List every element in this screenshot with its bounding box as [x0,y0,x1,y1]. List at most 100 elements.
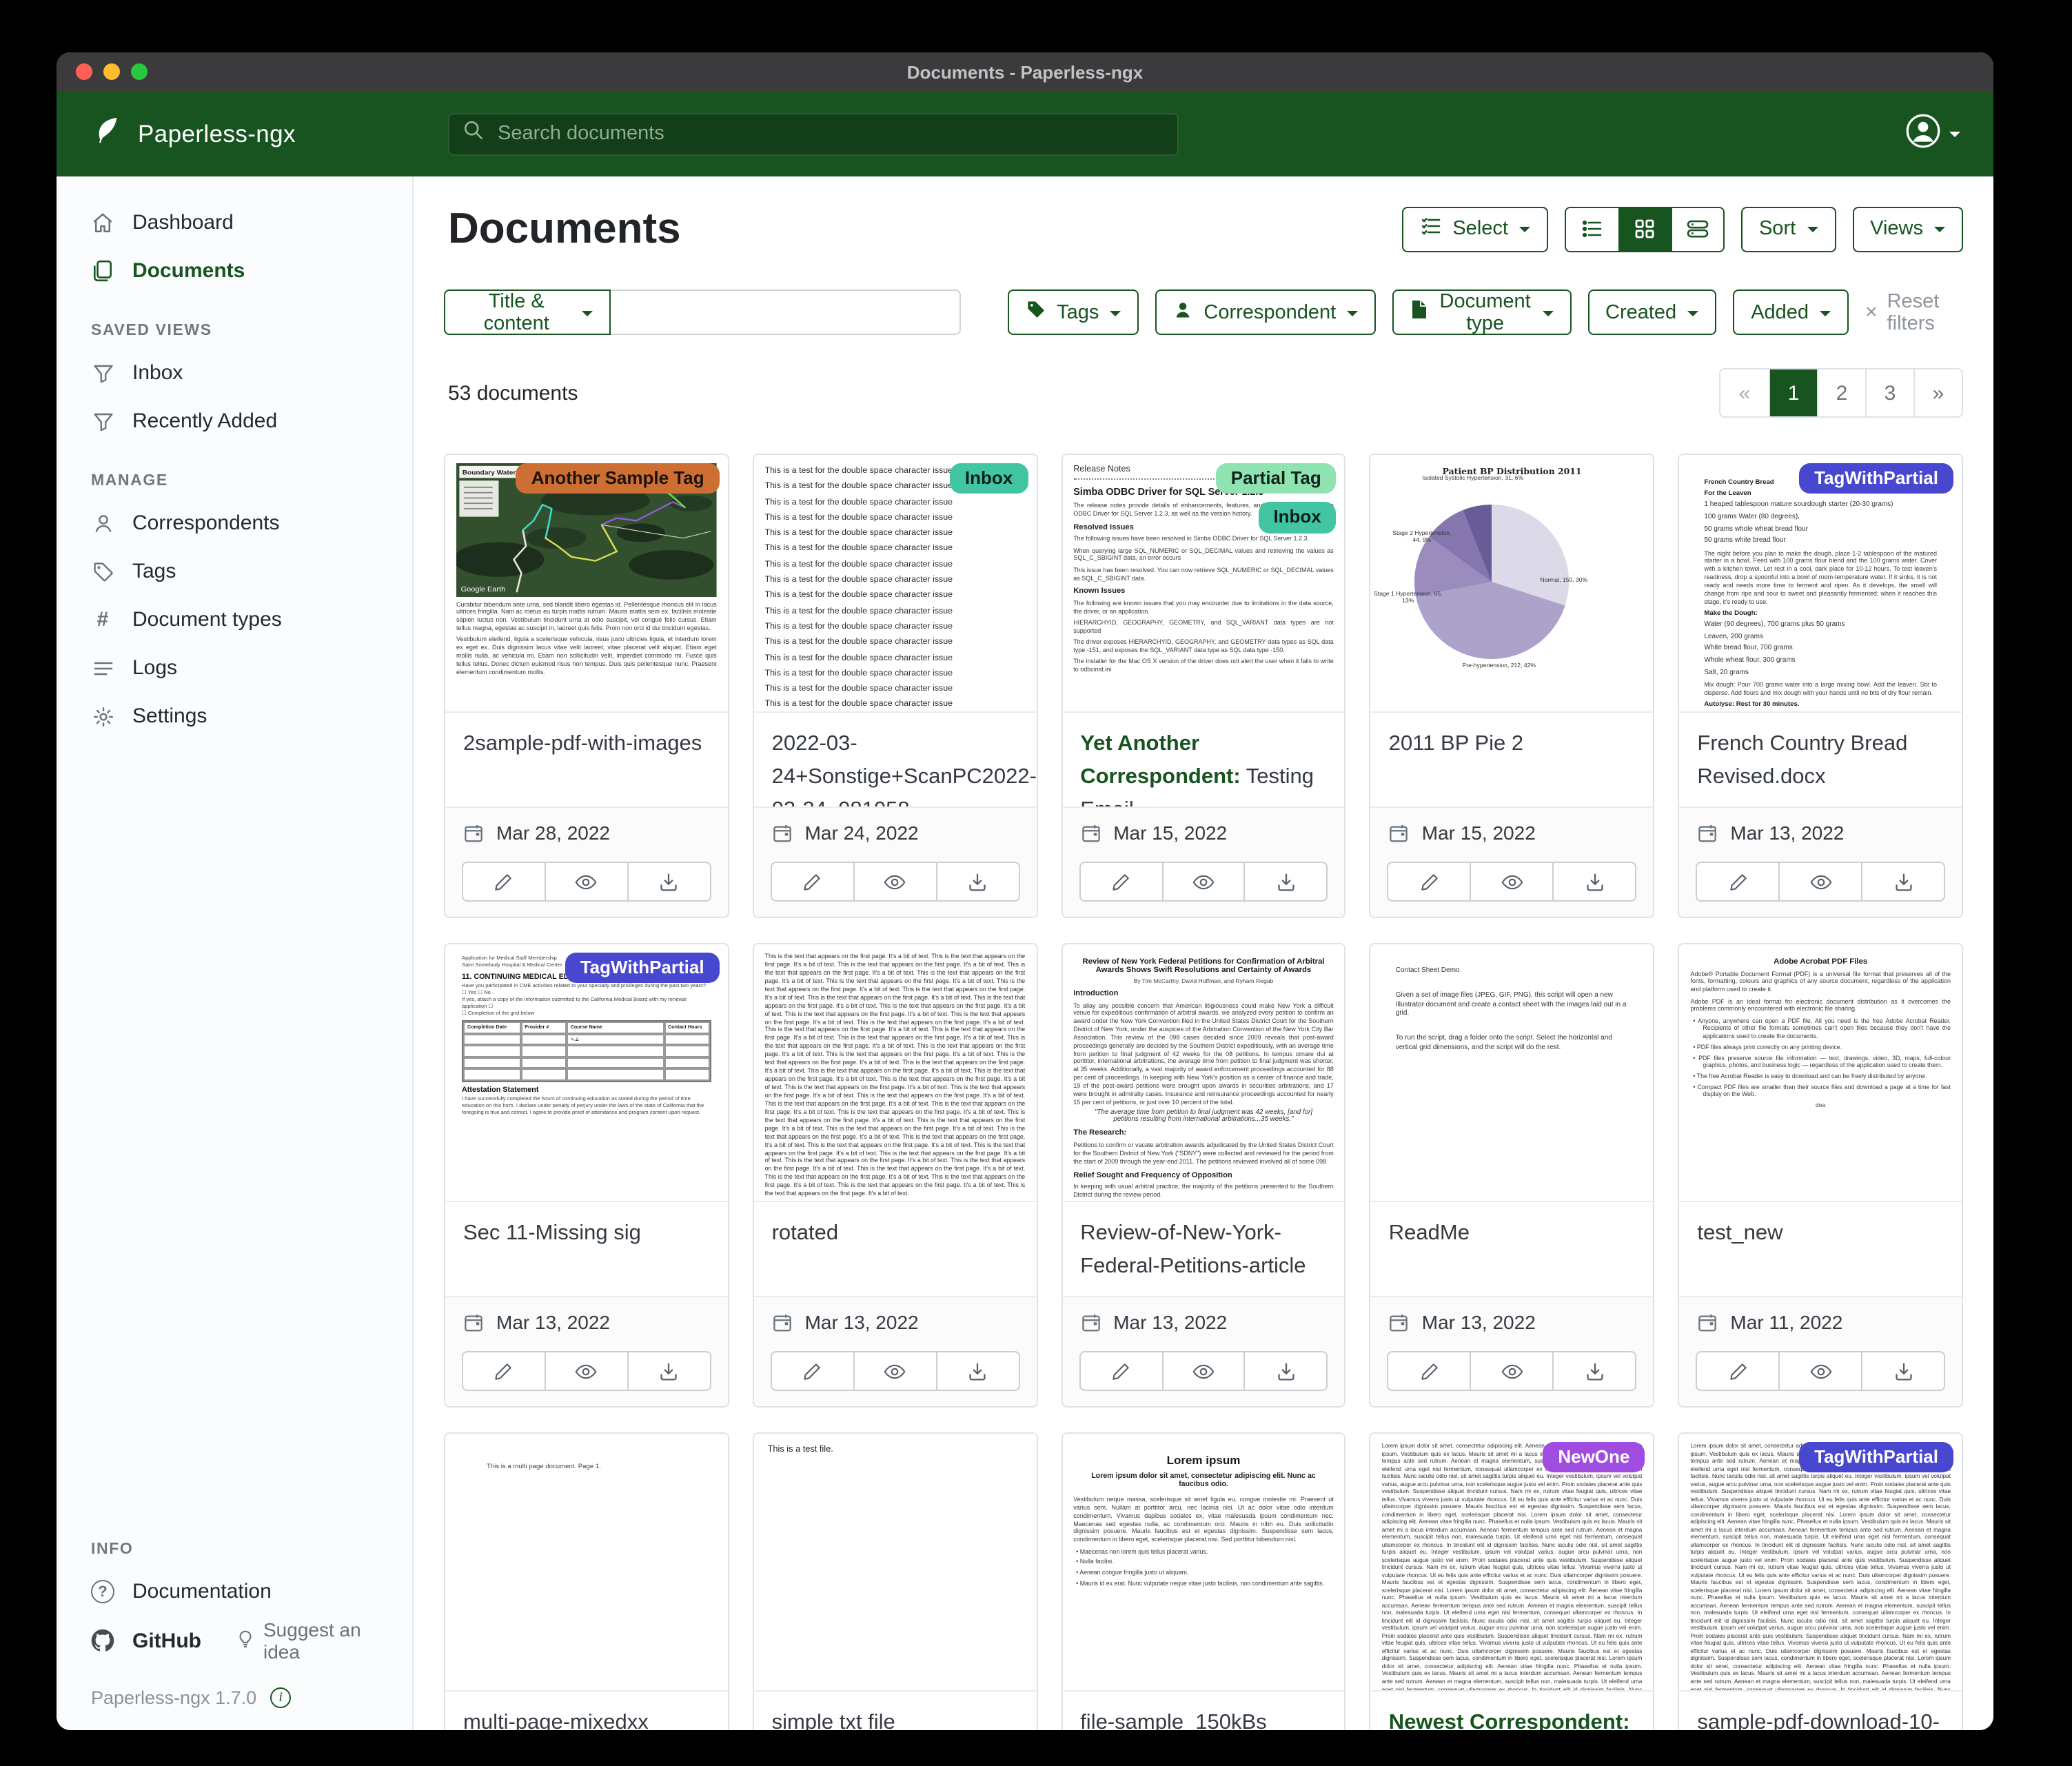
prev-page-button[interactable]: « [1720,369,1769,416]
download-button[interactable] [1244,862,1328,902]
global-search[interactable] [448,112,1179,155]
document-thumbnail[interactable]: This is a test file. [754,1434,1037,1690]
tags-filter-button[interactable]: Tags [1007,290,1139,335]
view-button[interactable] [853,1351,937,1391]
document-title[interactable]: simple txt file [754,1690,1037,1730]
download-button[interactable] [1244,1351,1328,1391]
view-button[interactable] [1161,1351,1246,1391]
tag-badge[interactable]: NewOne [1543,1442,1645,1473]
brand[interactable]: Paperless-ngx [92,114,448,153]
detail-view-toggle[interactable] [1671,207,1723,250]
edit-button[interactable] [771,862,855,902]
document-title[interactable]: 2sample-pdf-with-images [445,711,728,806]
page-button[interactable]: 1 [1769,369,1817,416]
document-thumbnail[interactable]: French Country BreadFor the Leaven1 heap… [1679,455,1962,711]
info-icon[interactable]: i [270,1687,291,1708]
created-filter-button[interactable]: Created [1587,290,1716,335]
search-input[interactable] [495,121,1164,146]
sidebar-item-inbox[interactable]: Inbox [57,349,412,397]
document-thumbnail[interactable]: Contact Sheet DemoGiven a set of image f… [1371,944,1654,1201]
edit-button[interactable] [1388,1351,1472,1391]
document-title[interactable]: test_new [1679,1201,1962,1296]
sidebar-item-settings[interactable]: Settings [57,692,412,740]
document-title[interactable]: rotated [754,1201,1037,1296]
tag-badge[interactable]: Inbox [950,463,1028,494]
filter-field-dropdown[interactable]: Title & content [444,290,611,335]
tag-badge[interactable]: TagWithPartial [1799,1442,1953,1473]
sidebar-item-logs[interactable]: Logs [57,644,412,692]
sidebar-item-tags[interactable]: Tags [57,547,412,596]
edit-button[interactable] [1388,862,1472,902]
document-title[interactable]: sample-pdf-download-10-mb-longer-title [1679,1690,1962,1730]
document-thumbnail[interactable]: Lorem ipsum dolor sit amet, consectetur … [1371,1434,1654,1690]
edit-button[interactable] [1696,862,1780,902]
download-button[interactable] [1861,862,1945,902]
sort-button[interactable]: Sort [1741,206,1836,252]
document-title[interactable]: 2022-03-24+Sonstige+ScanPC2022-03-24_081… [754,711,1037,806]
edit-button[interactable] [1079,1351,1163,1391]
download-button[interactable] [1861,1351,1945,1391]
download-button[interactable] [1553,862,1637,902]
download-button[interactable] [1553,1351,1637,1391]
grid-view-toggle[interactable] [1618,207,1671,250]
view-button[interactable] [1470,1351,1554,1391]
document-thumbnail[interactable]: Adobe Acrobat PDF FilesAdobe® Portable D… [1679,944,1962,1201]
sidebar-item-document-types[interactable]: # Document types [57,596,412,644]
list-view-toggle[interactable] [1566,207,1618,250]
view-button[interactable] [545,1351,629,1391]
page-button[interactable]: 3 [1865,369,1913,416]
document-thumbnail[interactable]: This is a multi page document. Page 1. [445,1434,728,1690]
added-filter-button[interactable]: Added [1733,290,1849,335]
user-menu[interactable] [1905,112,1960,155]
view-button[interactable] [1778,862,1862,902]
edit-button[interactable] [1079,862,1163,902]
download-button[interactable] [935,1351,1019,1391]
tag-badge[interactable]: Inbox [1258,503,1336,534]
document-correspondent[interactable]: Yet Another Correspondent: [1080,732,1241,789]
tag-badge[interactable]: TagWithPartial [1799,463,1953,494]
document-type-filter-button[interactable]: Document type [1392,290,1571,335]
suggest-idea-link[interactable]: Suggest an idea [236,1618,387,1663]
document-thumbnail[interactable]: Lorem ipsum dolor sit amet, consectetur … [1679,1434,1962,1690]
document-title[interactable]: Sec 11-Missing sig [445,1201,728,1296]
document-title[interactable]: file-sample_150kBs [1062,1690,1345,1730]
document-title[interactable]: Yet Another Correspondent: Testing Email [1062,711,1345,806]
view-button[interactable] [545,862,629,902]
document-thumbnail[interactable]: Release NotesSimba ODBC Driver for SQL S… [1062,455,1345,711]
document-thumbnail[interactable]: Application for Medical Staff Membership… [445,944,728,1201]
sidebar-item-documents[interactable]: Documents [57,247,412,295]
document-title[interactable]: ReadMe [1371,1201,1654,1296]
document-title[interactable]: 2011 BP Pie 2 [1371,711,1654,806]
document-thumbnail[interactable]: This is the text that appears on the fir… [754,944,1037,1201]
document-thumbnail[interactable]: Lorem ipsumLorem ipsum dolor sit amet, c… [1062,1434,1345,1690]
download-button[interactable] [627,862,711,902]
view-button[interactable] [1778,1351,1862,1391]
document-title[interactable]: French Country Bread Revised.docx [1679,711,1962,806]
edit-button[interactable] [1696,1351,1780,1391]
document-title[interactable]: multi-page-mixedxx [445,1690,728,1730]
sidebar-item-documentation[interactable]: ? Documentation [57,1567,412,1616]
next-page-button[interactable]: » [1913,369,1962,416]
view-button[interactable] [1470,862,1554,902]
tag-badge[interactable]: TagWithPartial [565,953,720,984]
correspondent-filter-button[interactable]: Correspondent [1155,290,1376,335]
download-button[interactable] [627,1351,711,1391]
download-button[interactable] [935,862,1019,902]
sidebar-item-recently-added[interactable]: Recently Added [57,397,412,445]
sidebar-item-github[interactable]: GitHub [57,1616,236,1665]
reset-filters-button[interactable]: × Reset filters [1865,290,1963,334]
view-button[interactable] [1161,862,1246,902]
filter-query-input[interactable] [611,290,960,335]
select-button[interactable]: Select [1401,206,1548,252]
document-thumbnail[interactable]: Patient BP Distribution 2011Normal, 150,… [1371,455,1654,711]
edit-button[interactable] [462,862,546,902]
page-button[interactable]: 2 [1817,369,1865,416]
edit-button[interactable] [462,1351,546,1391]
document-thumbnail[interactable]: Review of New York Federal Petitions for… [1062,944,1345,1201]
tag-badge[interactable]: Partial Tag [1216,463,1337,494]
document-correspondent[interactable]: Newest Correspondent: [1389,1711,1630,1730]
view-button[interactable] [853,862,937,902]
sidebar-item-correspondents[interactable]: Correspondents [57,499,412,547]
tag-badge[interactable]: Another Sample Tag [516,463,720,494]
edit-button[interactable] [771,1351,855,1391]
